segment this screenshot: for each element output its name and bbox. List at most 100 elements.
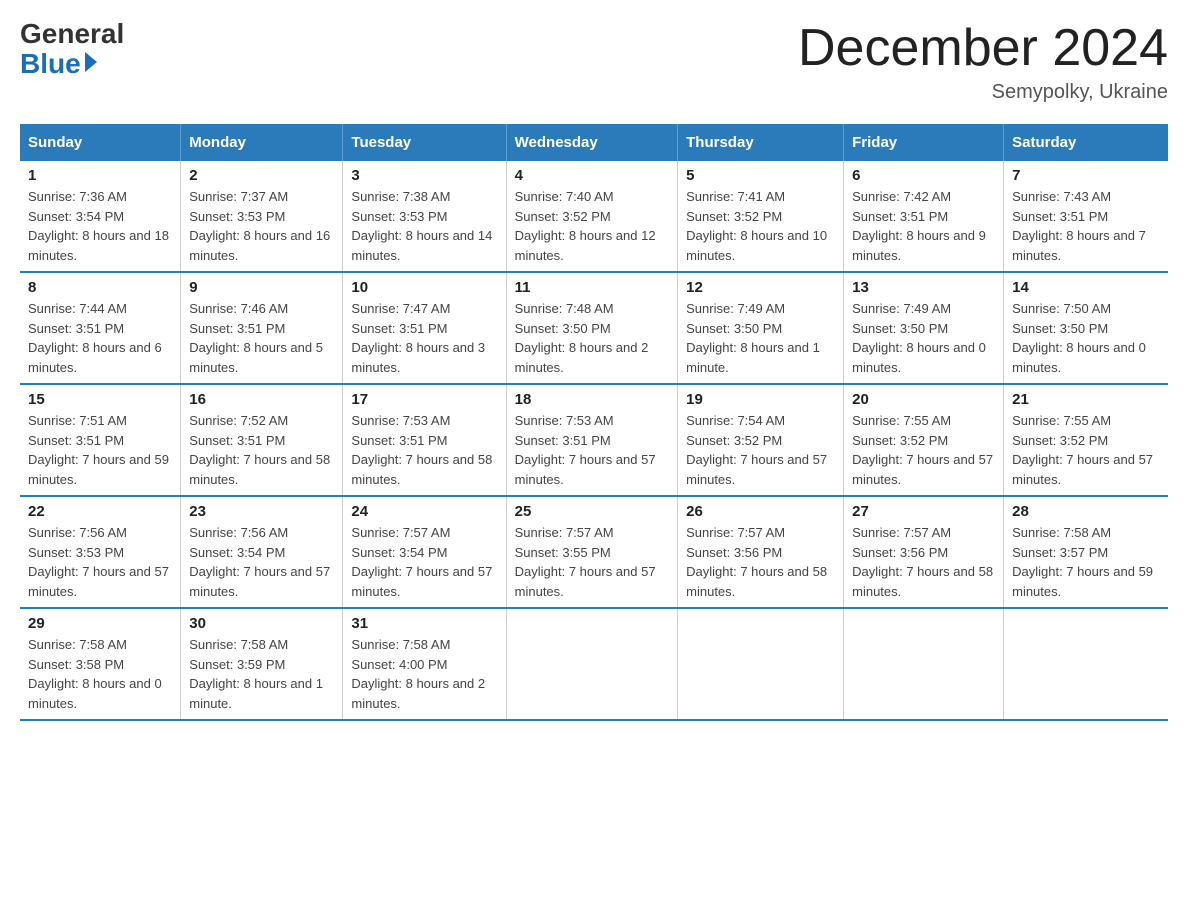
calendar-cell: 16 Sunrise: 7:52 AMSunset: 3:51 PMDayligh… (181, 384, 343, 496)
day-info: Sunrise: 7:53 AMSunset: 3:51 PMDaylight:… (351, 411, 497, 489)
day-info: Sunrise: 7:36 AMSunset: 3:54 PMDaylight:… (28, 187, 172, 265)
calendar-cell (678, 608, 844, 720)
day-number: 27 (852, 503, 995, 520)
day-info: Sunrise: 7:54 AMSunset: 3:52 PMDaylight:… (686, 411, 835, 489)
day-number: 5 (686, 167, 835, 184)
calendar-cell: 20 Sunrise: 7:55 AMSunset: 3:52 PMDayligh… (844, 384, 1004, 496)
day-number: 22 (28, 503, 172, 520)
calendar-cell (506, 608, 678, 720)
day-info: Sunrise: 7:57 AMSunset: 3:56 PMDaylight:… (686, 523, 835, 601)
day-number: 14 (1012, 279, 1160, 296)
day-info: Sunrise: 7:55 AMSunset: 3:52 PMDaylight:… (1012, 411, 1160, 489)
day-info: Sunrise: 7:37 AMSunset: 3:53 PMDaylight:… (189, 187, 334, 265)
day-info: Sunrise: 7:38 AMSunset: 3:53 PMDaylight:… (351, 187, 497, 265)
day-info: Sunrise: 7:49 AMSunset: 3:50 PMDaylight:… (852, 299, 995, 377)
day-info: Sunrise: 7:43 AMSunset: 3:51 PMDaylight:… (1012, 187, 1160, 265)
day-number: 30 (189, 615, 334, 632)
calendar-cell: 15 Sunrise: 7:51 AMSunset: 3:51 PMDayligh… (20, 384, 181, 496)
logo-blue-text: Blue (20, 48, 97, 80)
calendar-header-saturday: Saturday (1004, 124, 1168, 161)
day-info: Sunrise: 7:57 AMSunset: 3:54 PMDaylight:… (351, 523, 497, 601)
day-number: 20 (852, 391, 995, 408)
day-info: Sunrise: 7:47 AMSunset: 3:51 PMDaylight:… (351, 299, 497, 377)
calendar-cell: 11Sunrise: 7:48 AMSunset: 3:50 PMDayligh… (506, 272, 678, 384)
day-number: 4 (515, 167, 670, 184)
calendar-header-tuesday: Tuesday (343, 124, 506, 161)
calendar-table: SundayMondayTuesdayWednesdayThursdayFrid… (20, 124, 1168, 721)
day-number: 7 (1012, 167, 1160, 184)
calendar-week-row: 1 Sunrise: 7:36 AMSunset: 3:54 PMDaylight… (20, 161, 1168, 272)
calendar-cell: 26Sunrise: 7:57 AMSunset: 3:56 PMDayligh… (678, 496, 844, 608)
calendar-cell: 31Sunrise: 7:58 AMSunset: 4:00 PMDayligh… (343, 608, 506, 720)
day-number: 18 (515, 391, 670, 408)
calendar-header-wednesday: Wednesday (506, 124, 678, 161)
calendar-cell: 22 Sunrise: 7:56 AMSunset: 3:53 PMDayligh… (20, 496, 181, 608)
calendar-cell: 17 Sunrise: 7:53 AMSunset: 3:51 PMDayligh… (343, 384, 506, 496)
day-info: Sunrise: 7:44 AMSunset: 3:51 PMDaylight:… (28, 299, 172, 377)
calendar-cell (844, 608, 1004, 720)
page-header: General Blue December 2024 Semypolky, Uk… (20, 20, 1168, 104)
day-number: 10 (351, 279, 497, 296)
day-info: Sunrise: 7:56 AMSunset: 3:54 PMDaylight:… (189, 523, 334, 601)
calendar-week-row: 8 Sunrise: 7:44 AMSunset: 3:51 PMDaylight… (20, 272, 1168, 384)
day-info: Sunrise: 7:57 AMSunset: 3:55 PMDaylight:… (515, 523, 670, 601)
logo: General Blue (20, 20, 124, 80)
day-number: 23 (189, 503, 334, 520)
day-number: 6 (852, 167, 995, 184)
calendar-header: SundayMondayTuesdayWednesdayThursdayFrid… (20, 124, 1168, 161)
calendar-cell: 24Sunrise: 7:57 AMSunset: 3:54 PMDayligh… (343, 496, 506, 608)
day-number: 1 (28, 167, 172, 184)
day-number: 15 (28, 391, 172, 408)
calendar-week-row: 15 Sunrise: 7:51 AMSunset: 3:51 PMDayligh… (20, 384, 1168, 496)
calendar-cell: 14 Sunrise: 7:50 AMSunset: 3:50 PMDayligh… (1004, 272, 1168, 384)
day-number: 12 (686, 279, 835, 296)
month-title: December 2024 (798, 20, 1168, 77)
day-number: 25 (515, 503, 670, 520)
day-number: 31 (351, 615, 497, 632)
calendar-week-row: 22 Sunrise: 7:56 AMSunset: 3:53 PMDayligh… (20, 496, 1168, 608)
calendar-header-monday: Monday (181, 124, 343, 161)
calendar-cell: 1 Sunrise: 7:36 AMSunset: 3:54 PMDaylight… (20, 161, 181, 272)
day-number: 16 (189, 391, 334, 408)
calendar-cell: 25 Sunrise: 7:57 AMSunset: 3:55 PMDayligh… (506, 496, 678, 608)
day-info: Sunrise: 7:53 AMSunset: 3:51 PMDaylight:… (515, 411, 670, 489)
day-info: Sunrise: 7:58 AMSunset: 3:57 PMDaylight:… (1012, 523, 1160, 601)
day-number: 19 (686, 391, 835, 408)
day-number: 8 (28, 279, 172, 296)
day-info: Sunrise: 7:49 AMSunset: 3:50 PMDaylight:… (686, 299, 835, 377)
day-info: Sunrise: 7:58 AMSunset: 3:58 PMDaylight:… (28, 635, 172, 713)
day-info: Sunrise: 7:51 AMSunset: 3:51 PMDaylight:… (28, 411, 172, 489)
day-info: Sunrise: 7:42 AMSunset: 3:51 PMDaylight:… (852, 187, 995, 265)
day-number: 28 (1012, 503, 1160, 520)
day-info: Sunrise: 7:50 AMSunset: 3:50 PMDaylight:… (1012, 299, 1160, 377)
day-number: 29 (28, 615, 172, 632)
calendar-header-sunday: Sunday (20, 124, 181, 161)
calendar-cell: 23 Sunrise: 7:56 AMSunset: 3:54 PMDayligh… (181, 496, 343, 608)
calendar-body: 1 Sunrise: 7:36 AMSunset: 3:54 PMDaylight… (20, 161, 1168, 720)
calendar-cell: 12 Sunrise: 7:49 AMSunset: 3:50 PMDayligh… (678, 272, 844, 384)
day-info: Sunrise: 7:52 AMSunset: 3:51 PMDaylight:… (189, 411, 334, 489)
calendar-cell: 8 Sunrise: 7:44 AMSunset: 3:51 PMDaylight… (20, 272, 181, 384)
calendar-cell: 13 Sunrise: 7:49 AMSunset: 3:50 PMDayligh… (844, 272, 1004, 384)
calendar-cell: 3Sunrise: 7:38 AMSunset: 3:53 PMDaylight… (343, 161, 506, 272)
day-number: 17 (351, 391, 497, 408)
day-info: Sunrise: 7:48 AMSunset: 3:50 PMDaylight:… (515, 299, 670, 377)
calendar-cell: 5Sunrise: 7:41 AMSunset: 3:52 PMDaylight… (678, 161, 844, 272)
day-number: 9 (189, 279, 334, 296)
logo-general-text: General (20, 20, 124, 48)
day-number: 13 (852, 279, 995, 296)
day-info: Sunrise: 7:46 AMSunset: 3:51 PMDaylight:… (189, 299, 334, 377)
calendar-cell: 6 Sunrise: 7:42 AMSunset: 3:51 PMDaylight… (844, 161, 1004, 272)
calendar-cell: 28 Sunrise: 7:58 AMSunset: 3:57 PMDayligh… (1004, 496, 1168, 608)
day-info: Sunrise: 7:40 AMSunset: 3:52 PMDaylight:… (515, 187, 670, 265)
calendar-cell: 10 Sunrise: 7:47 AMSunset: 3:51 PMDayligh… (343, 272, 506, 384)
day-info: Sunrise: 7:55 AMSunset: 3:52 PMDaylight:… (852, 411, 995, 489)
day-number: 2 (189, 167, 334, 184)
day-info: Sunrise: 7:56 AMSunset: 3:53 PMDaylight:… (28, 523, 172, 601)
calendar-cell: 30 Sunrise: 7:58 AMSunset: 3:59 PMDayligh… (181, 608, 343, 720)
calendar-header-thursday: Thursday (678, 124, 844, 161)
day-number: 21 (1012, 391, 1160, 408)
logo-arrow-icon (85, 52, 97, 72)
calendar-cell: 2 Sunrise: 7:37 AMSunset: 3:53 PMDaylight… (181, 161, 343, 272)
day-info: Sunrise: 7:58 AMSunset: 3:59 PMDaylight:… (189, 635, 334, 713)
